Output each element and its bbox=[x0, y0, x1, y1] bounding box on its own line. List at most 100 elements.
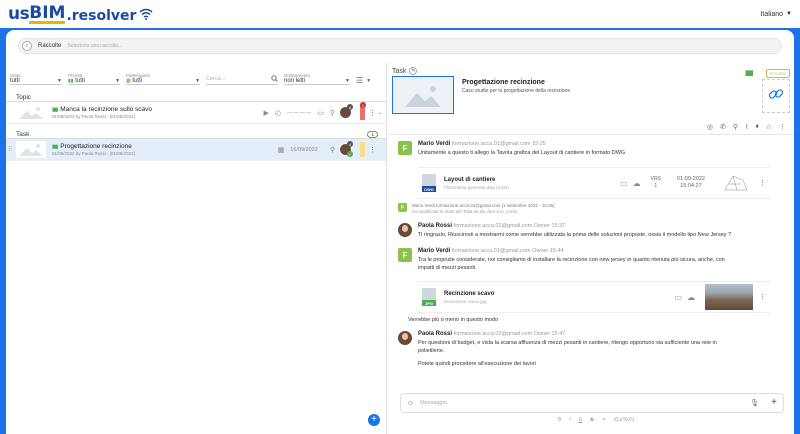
back-button[interactable]: ‹ bbox=[22, 41, 32, 51]
list-view-icon[interactable]: ☰ bbox=[356, 76, 363, 85]
avatar[interactable]: 4 ✓ bbox=[338, 141, 353, 157]
search-icon[interactable]: ⚲ bbox=[733, 123, 738, 131]
monitor-icon[interactable]: ▭ bbox=[674, 293, 682, 302]
message-email: formazione.acca.02@gmail.com bbox=[453, 331, 533, 337]
detail-title[interactable]: Progettazione recinzione bbox=[462, 79, 545, 86]
message-text: Tra le proposte considerate, noi consigl… bbox=[418, 257, 725, 263]
attachment-file: Planimetria generale.dwg bbox=[444, 184, 495, 190]
progress-line: —.—.—.— bbox=[287, 109, 312, 116]
bold-icon[interactable]: B bbox=[558, 417, 561, 423]
more-icon[interactable]: ⋮ bbox=[369, 146, 376, 154]
emoji-icon[interactable]: ☺ bbox=[407, 400, 414, 407]
caret-down-icon: ▼ bbox=[786, 11, 792, 17]
task-meta: 01/09/2022 by Paola Rossi - [01/09/2022] bbox=[52, 151, 135, 156]
edit-icon[interactable]: ✎ bbox=[409, 67, 418, 75]
link-icon[interactable]: ⚭ bbox=[602, 417, 606, 423]
more-icon[interactable]: ⋮ bbox=[759, 179, 766, 187]
phone-icon[interactable]: ✆ bbox=[720, 123, 726, 131]
link-drop-area[interactable] bbox=[762, 79, 790, 113]
microphone-icon[interactable]: 🎙 bbox=[750, 399, 759, 407]
list-item[interactable]: ⠿ ▮▮▮ Progettazione recinzione 01/09/2022… bbox=[6, 139, 386, 161]
filter-stato[interactable]: Stato tutti ▼ bbox=[10, 73, 62, 85]
top-bar: us BIM .resolver Italiano ▼ bbox=[0, 0, 800, 28]
status-badge[interactable]: In corso bbox=[765, 69, 790, 78]
caret-down-icon: ▼ bbox=[57, 78, 62, 84]
breadcrumb-title[interactable]: Raccolte bbox=[38, 43, 61, 49]
brand-part-resolver: .resolver bbox=[66, 8, 137, 24]
topic-meta: 01/09/2022 by Paola Rossi - [01/09/2022] bbox=[52, 114, 135, 119]
message-author: Mario Verdi bbox=[418, 248, 451, 254]
collection-selector[interactable]: Seleziona una raccolta... bbox=[67, 43, 122, 49]
filter-ordinamento[interactable]: Ordinamento non letti ▼ bbox=[284, 73, 350, 85]
unread-badge: 1 bbox=[360, 102, 366, 108]
detail-header-label: Task bbox=[392, 67, 407, 75]
message-author: Paola Rossi bbox=[418, 223, 453, 229]
photo-thumbnail[interactable] bbox=[705, 284, 753, 310]
task-image[interactable] bbox=[392, 76, 454, 114]
message-time: 15:47 bbox=[551, 331, 566, 337]
drag-handle-icon[interactable]: ⠿ bbox=[8, 146, 12, 153]
log-text: ha modificato lo stato del Task da da_fa… bbox=[412, 209, 518, 214]
topic-section: Topic ▮▮▮ Manca la recinzione sullo scavo… bbox=[6, 93, 386, 124]
more-icon[interactable]: ⋮ bbox=[759, 293, 766, 301]
message-role: Owner bbox=[532, 248, 549, 254]
view-toggle[interactable]: ☰ ▼ bbox=[356, 76, 371, 85]
filter-partecipanti[interactable]: Partecipanti ▦ tutti ▼ bbox=[126, 73, 200, 85]
image-placeholder-icon bbox=[16, 141, 46, 158]
play-icon[interactable]: ▶ bbox=[264, 109, 269, 117]
cloud-upload-icon[interactable]: ☁ bbox=[633, 179, 641, 188]
message-input[interactable]: Messaggio bbox=[420, 400, 750, 406]
attachment[interactable]: JPG Recinzione scavo Recinzione scavo.jp… bbox=[418, 281, 770, 313]
message: Paola Rossi formazione.acca.02@gmail.com… bbox=[398, 331, 778, 368]
search-input[interactable]: Cerca... bbox=[206, 74, 278, 85]
chevron-left-icon: ‹ bbox=[26, 43, 28, 49]
dwg-file-icon: DWG bbox=[422, 174, 436, 192]
target-icon[interactable]: ◎ bbox=[707, 123, 713, 131]
filter-priorita[interactable]: Priorità ▮▮ tutti ▼ bbox=[68, 73, 120, 85]
latex-hint: \(LaTeX\) bbox=[613, 417, 635, 423]
attachment-name: Recinzione scavo bbox=[444, 290, 495, 297]
message-list: F Mario Verdi formazione.acca.01@gmail.c… bbox=[388, 135, 794, 390]
attachment[interactable]: DWG Layout di cantiere Planimetria gener… bbox=[418, 167, 770, 199]
version-label: VRS bbox=[650, 176, 661, 182]
detail-header: Task ✎ bbox=[392, 67, 418, 75]
avatar bbox=[398, 331, 412, 345]
avatar[interactable]: 4 bbox=[338, 104, 353, 119]
detail-description: Caso studio per la progettazione della r… bbox=[462, 88, 571, 94]
strike-icon[interactable]: S bbox=[590, 417, 593, 423]
message-email: formazione.acca.01@gmail.com bbox=[451, 248, 531, 254]
link-icon[interactable]: ⚲ bbox=[330, 146, 335, 154]
underline-icon[interactable]: U bbox=[579, 417, 583, 423]
filter-partecipanti-value: tutti bbox=[132, 78, 143, 84]
monitor-icon[interactable]: ▭ bbox=[620, 179, 628, 188]
star-icon[interactable]: ☆ bbox=[766, 123, 772, 131]
caret-down-icon: ▼ bbox=[366, 77, 372, 84]
message-author: Mario Verdi bbox=[418, 141, 451, 147]
monitor-icon[interactable]: ▭ bbox=[317, 109, 324, 117]
list-item[interactable]: ▮▮▮ Manca la recinzione sullo scavo 01/09… bbox=[6, 102, 386, 124]
priority-bars-icon: ▮▮▮ bbox=[744, 70, 754, 77]
more-icon[interactable]: ⋮ bbox=[369, 109, 376, 117]
message-email: formazione.acca.02@gmail.com bbox=[453, 223, 533, 229]
add-button[interactable]: + bbox=[368, 414, 380, 426]
label-icon[interactable]: ⬧ bbox=[756, 123, 759, 131]
check-icon: ✓ bbox=[346, 151, 353, 157]
participant-count: 4 bbox=[346, 104, 353, 110]
action-bar: ◎ ✆ ⚲ ⌇ ⬧ ☆ ⋮ bbox=[388, 119, 794, 135]
link-icon[interactable]: ⚲ bbox=[330, 109, 335, 117]
topic-section-title: Topic bbox=[6, 93, 386, 102]
plus-icon[interactable]: + bbox=[771, 398, 777, 408]
attach-icon[interactable]: ⌇ bbox=[745, 123, 748, 131]
drawing-thumbnail[interactable] bbox=[719, 170, 753, 196]
message-composer[interactable]: ☺ Messaggio 🎙 + bbox=[400, 393, 784, 413]
timer-icon[interactable]: ◴ bbox=[275, 109, 281, 117]
italic-icon[interactable]: I bbox=[569, 417, 570, 423]
cloud-upload-icon[interactable]: ☁ bbox=[687, 293, 695, 302]
priority-bars-icon: ▮▮▮ bbox=[52, 143, 58, 150]
avatar: F bbox=[398, 248, 412, 262]
message-text-cont: impatti di mezzi pesanti. bbox=[418, 265, 477, 271]
brand-logo[interactable]: us BIM .resolver bbox=[8, 4, 153, 24]
language-selector[interactable]: Italiano ▼ bbox=[760, 11, 792, 18]
chevron-down-icon[interactable]: ⌄ bbox=[378, 109, 383, 116]
more-icon[interactable]: ⋮ bbox=[779, 123, 786, 131]
